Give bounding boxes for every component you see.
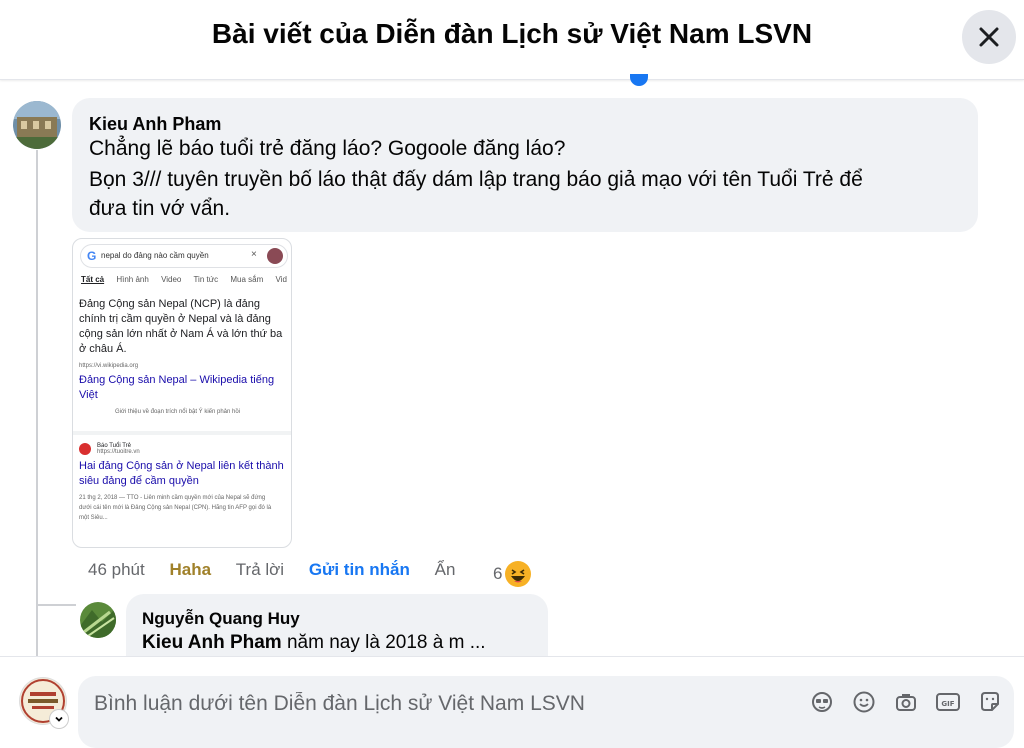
emoji-button[interactable] xyxy=(850,688,878,716)
reaction-summary[interactable]: 6 xyxy=(493,560,532,588)
tuoitre-icon xyxy=(79,443,91,455)
clear-icon: × xyxy=(251,249,257,260)
result-1: https://vi.wikipedia.org Đảng Cộng sản N… xyxy=(79,363,287,415)
search-tabs: Tất cả Hình ảnh Video Tin tức Mua sắm Vi… xyxy=(81,275,291,284)
chevron-down-icon xyxy=(55,716,63,722)
comment-attachment-image[interactable]: G nepal do đảng nào cầm quyền × Tất cả H… xyxy=(72,238,292,548)
comment-timestamp[interactable]: 46 phút xyxy=(88,560,145,580)
close-button[interactable] xyxy=(962,10,1016,64)
result-1-url: https://vi.wikipedia.org xyxy=(79,363,139,369)
camera-button[interactable] xyxy=(892,688,920,716)
reply-text: năm nay là 2018 à m ... xyxy=(281,632,486,653)
reply-author[interactable]: Nguyễn Quang Huy xyxy=(142,609,300,629)
search-tab: Tất cả xyxy=(81,275,105,284)
result-2-title: Hai đảng Cộng sản ở Nepal liên kết thành… xyxy=(79,460,284,487)
svg-text:GIF: GIF xyxy=(941,700,954,708)
thread-line xyxy=(36,150,38,656)
google-icon: G xyxy=(87,249,97,263)
reply-button[interactable]: Trả lời xyxy=(236,560,284,580)
gif-icon: GIF xyxy=(936,693,960,711)
avatar-sticker-icon xyxy=(812,692,832,712)
comment-line-1: Chẳng lẽ báo tuổi trẻ đăng láo? Gogoole … xyxy=(89,137,566,160)
reply-mention[interactable]: Kieu Anh Pham xyxy=(142,632,282,653)
camera-icon xyxy=(896,694,916,711)
gif-button[interactable]: GIF xyxy=(934,688,962,716)
emoji-icon xyxy=(853,691,875,713)
sticker-icon xyxy=(981,692,999,711)
post-dialog: Bài viết của Diễn đàn Lịch sử Việt Nam L… xyxy=(0,0,1024,748)
commenter-avatar[interactable] xyxy=(13,101,61,149)
result-2-desc: 21 thg 2, 2018 — TTO - Liên minh cầm quy… xyxy=(79,495,272,521)
result-divider xyxy=(73,431,291,435)
dialog-header: Bài viết của Diễn đàn Lịch sử Việt Nam L… xyxy=(0,0,1024,80)
comment-input[interactable] xyxy=(94,690,694,718)
dialog-title: Bài viết của Diễn đàn Lịch sử Việt Nam L… xyxy=(211,18,813,49)
search-tab: Video xyxy=(161,275,182,284)
comment-author[interactable]: Kieu Anh Pham xyxy=(89,114,221,135)
search-bar: G nepal do đảng nào cầm quyền × xyxy=(81,245,287,267)
search-tab: Mua sắm xyxy=(230,275,264,284)
reply-avatar[interactable] xyxy=(80,602,116,638)
comment-bubble: Kieu Anh Pham Chẳng lẽ báo tuổi trẻ đăng… xyxy=(72,98,978,232)
send-message-button[interactable]: Gửi tin nhắn xyxy=(309,560,410,580)
search-tab: Vid xyxy=(275,275,287,284)
hide-button[interactable]: Ẩn xyxy=(435,560,456,580)
close-icon xyxy=(979,27,999,47)
result-2-url: https://tuoitre.vn xyxy=(97,449,140,455)
comment-actions: 46 phút Haha Trả lời Gửi tin nhắn Ẩn xyxy=(88,560,475,580)
search-query: nepal do đảng nào cầm quyền xyxy=(101,251,209,260)
result-1-meta: Giới thiệu về đoạn trích nổi bật Ý kiến … xyxy=(115,409,241,415)
comment-composer: GIF xyxy=(78,676,1014,748)
switch-profile-button[interactable] xyxy=(50,710,68,728)
comment-line-2: Bọn 3/// tuyên truyền bố láo thật đấy dá… xyxy=(89,168,863,191)
profile-icon xyxy=(267,248,283,264)
haha-reaction-button[interactable]: Haha xyxy=(169,560,211,580)
thread-connector xyxy=(36,604,76,606)
haha-emoji-icon xyxy=(505,561,532,587)
sticker-button[interactable] xyxy=(976,688,1004,716)
result-1-title: Đảng Cộng sản Nepal – Wikipedia tiếng Vi… xyxy=(79,374,275,401)
featured-snippet: Đảng Cộng sản Nepal (NCP) là đảng chính … xyxy=(79,298,283,355)
reply-text-line: Kieu Anh Pham năm nay là 2018 à m ... xyxy=(142,632,486,654)
reaction-count: 6 xyxy=(493,564,503,583)
result-2: Báo Tuổi Trẻ https://tuoitre.vn Hai đảng… xyxy=(79,443,287,523)
search-tab: Tin tức xyxy=(193,275,219,284)
scroll-indicator xyxy=(630,74,648,86)
search-tab: Hình ảnh xyxy=(116,275,149,284)
reply-bubble: Nguyễn Quang Huy Kieu Anh Pham năm nay l… xyxy=(126,594,548,664)
avatar-sticker-button[interactable] xyxy=(808,688,836,716)
comment-line-3: đưa tin vớ vẩn. xyxy=(89,197,231,220)
